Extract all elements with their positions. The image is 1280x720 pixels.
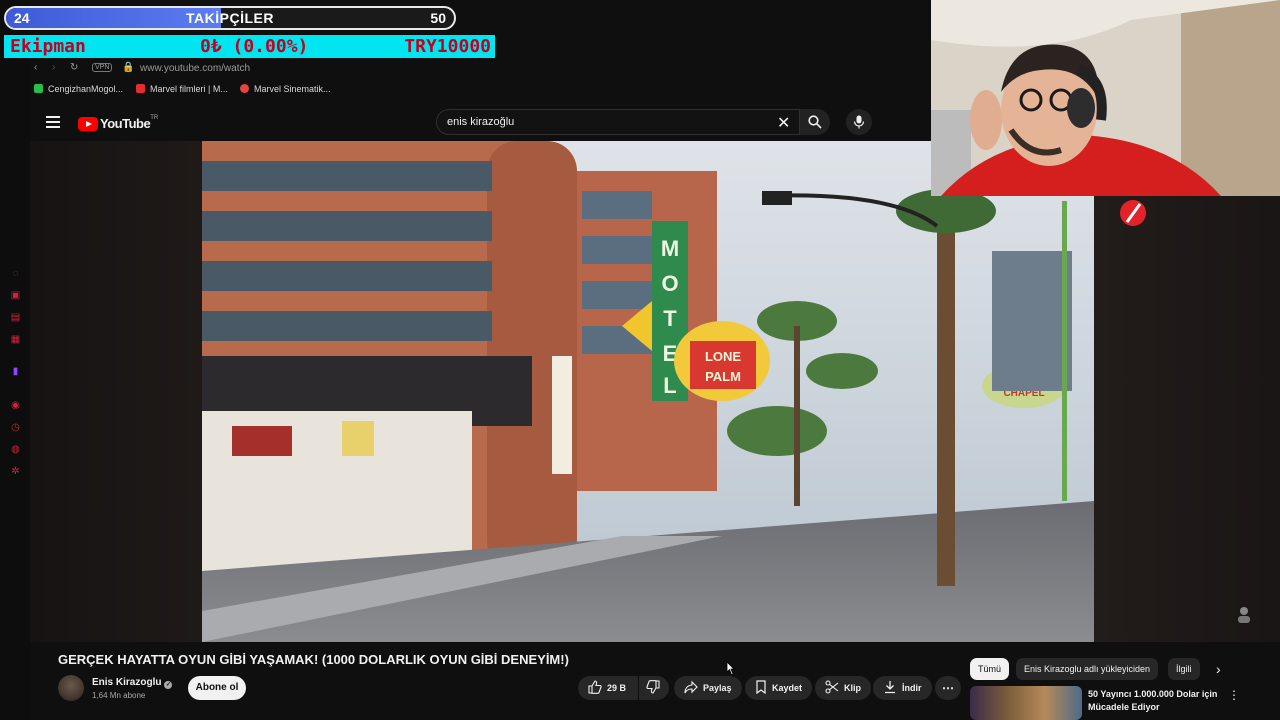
country-code: TR	[150, 115, 159, 121]
thumbs-up-icon	[588, 680, 602, 694]
svg-text:L: L	[663, 373, 676, 398]
scissors-icon	[825, 680, 839, 694]
follower-label: TAKİPÇİLER	[186, 10, 274, 26]
share-icon	[684, 680, 698, 694]
rail-icon-4[interactable]: ▦	[10, 334, 21, 345]
chip-all[interactable]: Tümü	[970, 658, 1010, 680]
lone-palm-sign: LONE	[705, 349, 741, 364]
search-button[interactable]	[800, 109, 830, 135]
equipment-value: 0₺ (0.00%)	[200, 36, 309, 57]
video-player[interactable]: M O T E L LONE PALM WEDDING CHAPEL	[202, 141, 1094, 642]
more-actions-button[interactable]: ⋯	[935, 676, 961, 700]
vpn-badge[interactable]: VPN	[92, 63, 113, 72]
stream-left-rail: ◌ ▣ ▤ ▦ ▮ ◉ ◷ ◍ ✲	[0, 0, 30, 720]
webcam-frame	[931, 0, 1280, 196]
player-background-right	[1094, 196, 1280, 642]
follower-goal: 50	[430, 10, 446, 26]
voice-search-button[interactable]	[846, 109, 872, 135]
channel-name[interactable]: Enis Kirazoglu	[92, 677, 161, 688]
share-label: Paylaş	[703, 683, 732, 693]
equipment-target: TRY10000	[404, 36, 491, 57]
reload-icon[interactable]: ↻	[70, 62, 78, 73]
video-frame: M O T E L LONE PALM WEDDING CHAPEL	[202, 141, 1094, 642]
like-button[interactable]: 29 B	[578, 676, 638, 700]
chip-related[interactable]: İlgili	[1168, 658, 1200, 680]
youtube-logo[interactable]: YouTubeTR	[78, 115, 158, 131]
bookmark-item[interactable]: Marvel filmleri | M...	[136, 84, 228, 94]
recommendation-thumbnail[interactable]	[970, 686, 1082, 720]
download-button[interactable]: İndir	[873, 676, 932, 700]
rail-icon-3[interactable]: ▤	[10, 312, 21, 323]
bookmark-icon	[756, 680, 766, 695]
thumbs-down-icon	[646, 680, 660, 694]
bookmark-item[interactable]: CengizhanMogol...	[34, 84, 123, 94]
share-button[interactable]: Paylaş	[674, 676, 742, 700]
rail-icon-1[interactable]: ◌	[10, 268, 21, 279]
lock-icon: 🔒	[122, 62, 135, 73]
back-icon[interactable]: ‹	[34, 62, 37, 73]
youtube-play-icon	[78, 116, 98, 131]
rail-icon-2[interactable]: ▣	[10, 290, 21, 301]
download-icon	[885, 681, 895, 694]
equipment-label: Ekipman	[10, 36, 86, 57]
more-vert-icon[interactable]: ⋮	[1228, 688, 1240, 702]
address-bar[interactable]: www.youtube.com/watch	[140, 63, 250, 74]
subscribe-button[interactable]: Abone ol	[188, 676, 246, 700]
equipment-goal-bar: Ekipman 0₺ (0.00%) TRY10000	[4, 35, 495, 58]
save-button[interactable]: Kaydet	[745, 676, 813, 700]
youtube-header: YouTubeTR enis kirazoğlu ✕	[30, 104, 930, 142]
mouse-cursor-icon	[726, 661, 735, 675]
bookmark-icon	[240, 84, 249, 93]
svg-text:O: O	[661, 271, 678, 296]
player-background-left	[30, 141, 202, 642]
microphone-icon	[853, 115, 865, 129]
bookmark-icon	[34, 84, 43, 93]
forward-icon[interactable]: ›	[52, 62, 55, 73]
avatar-icon[interactable]	[1234, 604, 1254, 624]
rail-icon-5[interactable]: ◉	[10, 400, 21, 411]
gear-icon[interactable]: ✲	[10, 466, 21, 477]
search-input[interactable]: enis kirazoğlu ✕	[436, 109, 800, 135]
svg-text:PALM: PALM	[705, 369, 741, 384]
menu-icon[interactable]	[46, 116, 60, 128]
slash-logo-icon	[1120, 200, 1146, 226]
save-label: Kaydet	[772, 683, 803, 693]
search-icon	[808, 115, 822, 129]
close-icon[interactable]: ✕	[777, 113, 790, 133]
download-label: İndir	[902, 683, 922, 693]
bookmark-item[interactable]: Marvel Sinematik...	[240, 84, 331, 94]
subscriber-count: 1,64 Mn abone	[92, 691, 146, 700]
recommendation-title[interactable]: 50 Yayıncı 1.000.000 Dolar için Mücadele…	[1088, 688, 1228, 714]
rail-icon-6[interactable]: ◷	[10, 422, 21, 433]
bookmark-icon	[136, 84, 145, 93]
like-count: 29 B	[607, 683, 627, 693]
chip-from-uploader[interactable]: Enis Kirazoglu adlı yükleyiciden	[1016, 658, 1159, 680]
youtube-wordmark: YouTube	[100, 116, 151, 132]
chevron-right-icon[interactable]: ›	[1216, 661, 1221, 677]
webcam-overlay	[931, 0, 1280, 196]
rail-icon-7[interactable]: ◍	[10, 444, 21, 455]
clip-label: Klip	[844, 683, 861, 693]
channel-name-row[interactable]: Enis Kirazoglu ✓	[92, 677, 173, 689]
more-icon: ⋯	[942, 681, 954, 695]
channel-avatar[interactable]	[58, 675, 84, 701]
dislike-button[interactable]	[639, 676, 669, 700]
follower-goal-bar: 24 TAKİPÇİLER 50	[4, 6, 456, 30]
svg-text:M: M	[661, 236, 679, 261]
clip-button[interactable]: Klip	[815, 676, 871, 700]
verified-icon: ✓	[164, 681, 173, 689]
video-title: GERÇEK HAYATTA OYUN GİBİ YAŞAMAK! (1000 …	[58, 652, 569, 667]
search-query: enis kirazoğlu	[447, 116, 515, 128]
twitch-icon[interactable]: ▮	[10, 366, 21, 377]
svg-text:T: T	[663, 306, 677, 331]
